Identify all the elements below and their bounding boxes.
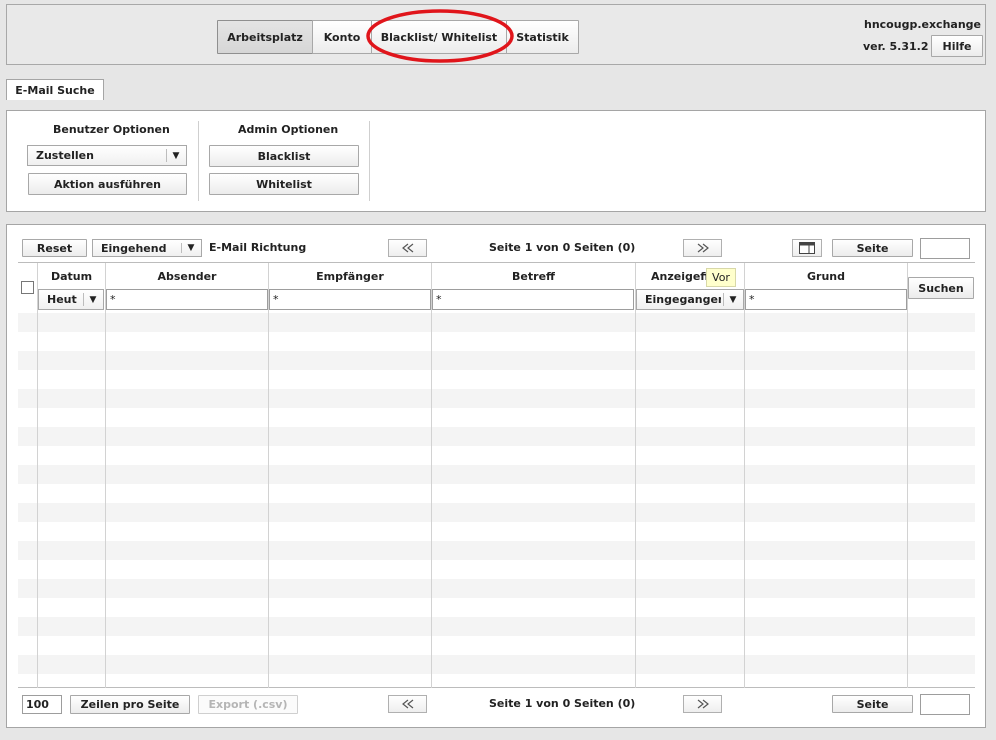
user-options-title: Benutzer Optionen <box>53 123 170 136</box>
chevron-down-icon: ▼ <box>187 243 195 253</box>
page-number-input-bottom[interactable] <box>920 694 970 715</box>
column-header-datum[interactable]: Datum <box>38 264 105 288</box>
display-filter-value: Eingegangen <box>645 293 721 306</box>
page-info-top: Seite 1 von 0 Seiten (0) <box>489 241 636 254</box>
chevron-down-icon: ▼ <box>729 294 737 305</box>
prev-page-button[interactable] <box>388 239 427 257</box>
chevron-down-icon: ▼ <box>89 294 97 305</box>
version-label: ver. 5.31.2 <box>863 40 929 53</box>
direction-select[interactable]: Eingehend ▼ <box>92 239 202 257</box>
options-divider-2 <box>369 121 370 201</box>
blacklist-button[interactable]: Blacklist <box>209 145 359 167</box>
window-layout-icon <box>799 242 815 254</box>
rewind-icon <box>401 243 413 253</box>
select-all-checkbox[interactable] <box>21 281 34 294</box>
column-header-grund[interactable]: Grund <box>745 264 907 288</box>
prev-page-button-bottom[interactable] <box>388 695 427 713</box>
column-header-absender[interactable]: Absender <box>106 264 268 288</box>
direction-value: Eingehend <box>101 241 167 255</box>
display-filter-select[interactable]: Eingegangen ▼ <box>636 289 744 310</box>
server-name: hncougp.exchange <box>864 18 981 31</box>
tab-statistik[interactable]: Statistik <box>506 20 579 54</box>
column-header-empfaenger[interactable]: Empfänger <box>269 264 431 288</box>
next-page-button-bottom[interactable] <box>683 695 722 713</box>
export-csv-button[interactable]: Export (.csv) <box>198 695 298 714</box>
column-header-betreff[interactable]: Betreff <box>432 264 635 288</box>
page-number-input-top[interactable] <box>920 238 970 259</box>
page-info-bottom: Seite 1 von 0 Seiten (0) <box>489 697 636 710</box>
rows-per-page-button[interactable]: Zeilen pro Seite <box>70 695 190 714</box>
tab-konto[interactable]: Konto <box>312 20 372 54</box>
next-page-button[interactable] <box>683 239 722 257</box>
options-divider <box>198 121 199 201</box>
chevron-down-icon: ▼ <box>172 150 180 161</box>
tab-email-suche-label: E-Mail Suche <box>15 83 95 97</box>
admin-options-title: Admin Optionen <box>238 123 339 136</box>
rows-per-page-input[interactable]: 100 <box>22 695 62 714</box>
highlight-ellipse <box>366 9 514 63</box>
fast-forward-icon <box>697 243 709 253</box>
user-action-select[interactable]: Zustellen ▼ <box>27 145 187 166</box>
rewind-icon <box>401 699 413 709</box>
page-go-button-bottom[interactable]: Seite <box>832 695 913 713</box>
sender-filter-input[interactable]: * <box>106 289 268 310</box>
execute-action-button[interactable]: Aktion ausführen <box>28 173 187 195</box>
recipient-filter-input[interactable]: * <box>269 289 431 310</box>
page-go-button-top[interactable]: Seite <box>832 239 913 257</box>
tab-email-suche[interactable]: E-Mail Suche <box>6 79 104 100</box>
subject-filter-input[interactable]: * <box>432 289 634 310</box>
layout-toggle-button[interactable] <box>792 239 822 257</box>
user-action-value: Zustellen <box>36 149 94 162</box>
direction-label: E-Mail Richtung <box>209 241 307 254</box>
fast-forward-icon <box>697 699 709 709</box>
reason-filter-input[interactable]: * <box>745 289 907 310</box>
help-button[interactable]: Hilfe <box>931 35 983 57</box>
tab-arbeitsplatz[interactable]: Arbeitsplatz <box>217 20 313 54</box>
whitelist-button[interactable]: Whitelist <box>209 173 359 195</box>
date-filter-select[interactable]: Heut ▼ <box>38 289 104 310</box>
date-filter-value: Heut <box>47 293 77 306</box>
search-button[interactable]: Suchen <box>908 277 974 299</box>
tooltip-vor: Vor <box>706 268 736 287</box>
reset-button[interactable]: Reset <box>22 239 87 257</box>
